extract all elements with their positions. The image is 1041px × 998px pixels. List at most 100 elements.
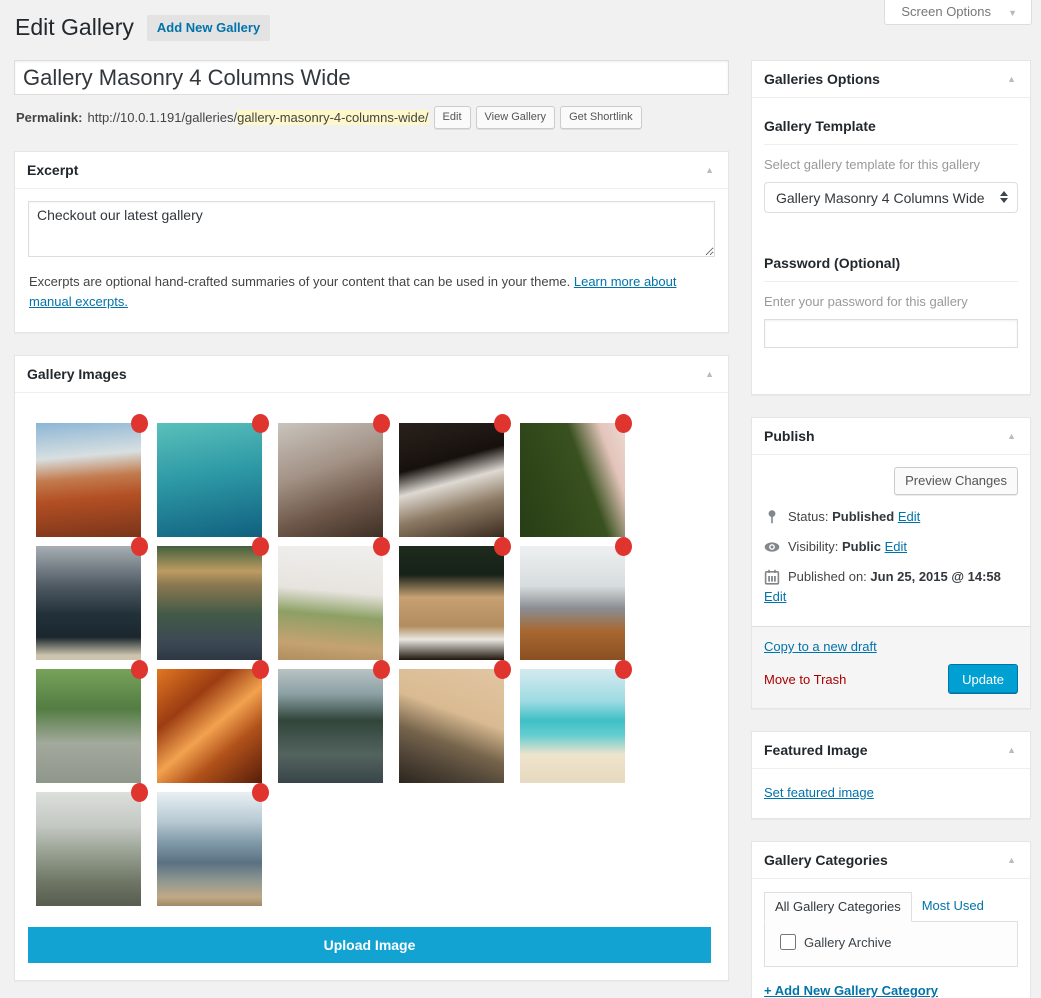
gallery-categories-panel: Gallery Categories ▲ All Gallery Categor… [751, 841, 1031, 998]
collapse-toggle-icon[interactable]: ▲ [1005, 855, 1018, 865]
permalink-label: Permalink: [16, 110, 82, 125]
gallery-template-selected-value: Gallery Masonry 4 Columns Wide [776, 190, 985, 206]
permalink-edit-button[interactable]: Edit [434, 106, 471, 129]
remove-image-badge[interactable] [615, 537, 632, 556]
copy-to-new-draft-link[interactable]: Copy to a new draft [764, 639, 877, 654]
screen-options-label: Screen Options [901, 4, 991, 19]
category-tabs: All Gallery Categories Most Used [764, 892, 1018, 922]
calendar-icon [764, 569, 780, 585]
edit-gallery-page: Screen Options ▼ Edit Gallery Add New Ga… [0, 0, 1041, 998]
gallery-image-ocean-surfers[interactable] [157, 423, 262, 537]
gallery-images-panel: Gallery Images ▲ Upload Image [14, 355, 729, 981]
gallery-image-girl-beret-stripes[interactable] [399, 669, 504, 783]
gallery-categories-header[interactable]: Gallery Categories ▲ [752, 842, 1030, 879]
add-new-gallery-category-link[interactable]: + Add New Gallery Category [764, 983, 938, 998]
publish-panel: Publish ▲ Preview Changes Status: Publis… [751, 417, 1031, 709]
gallery-images-panel-header[interactable]: Gallery Images ▲ [15, 356, 728, 393]
category-label: Gallery Archive [804, 935, 891, 950]
status-value: Published [832, 509, 894, 524]
status-row: Status: Published Edit [764, 509, 1018, 525]
collapse-toggle-icon[interactable]: ▲ [1005, 745, 1018, 755]
featured-image-header[interactable]: Featured Image ▲ [752, 732, 1030, 769]
gallery-title-input[interactable] [14, 60, 729, 95]
remove-image-badge[interactable] [373, 414, 390, 433]
upload-image-button[interactable]: Upload Image [28, 927, 711, 963]
gallery-image-wrapped-bouquet[interactable] [278, 546, 383, 660]
remove-image-badge[interactable] [252, 537, 269, 556]
password-desc: Enter your password for this gallery [764, 294, 1018, 309]
tab-all-gallery-categories[interactable]: All Gallery Categories [764, 892, 912, 922]
remove-image-badge[interactable] [494, 414, 511, 433]
get-shortlink-button[interactable]: Get Shortlink [560, 106, 642, 129]
gallery-image-snowy-log-pile[interactable] [399, 546, 504, 660]
gallery-template-select[interactable]: Gallery Masonry 4 Columns Wide [764, 182, 1018, 213]
remove-image-badge[interactable] [494, 660, 511, 679]
collapse-toggle-icon[interactable]: ▲ [1005, 431, 1018, 441]
remove-image-badge[interactable] [373, 537, 390, 556]
edit-visibility-link[interactable]: Edit [885, 539, 907, 554]
gallery-password-input[interactable] [764, 319, 1018, 348]
edit-published-date-link[interactable]: Edit [764, 589, 786, 604]
preview-changes-button[interactable]: Preview Changes [894, 467, 1018, 495]
set-featured-image-link[interactable]: Set featured image [764, 785, 874, 800]
gallery-image-woman-straw-hat-bench[interactable] [157, 546, 262, 660]
published-on-value: Jun 25, 2015 @ 14:58 [870, 569, 1000, 584]
eye-icon [764, 539, 780, 555]
edit-status-link[interactable]: Edit [898, 509, 920, 524]
visibility-value: Public [842, 539, 881, 554]
visibility-label: Visibility: [788, 539, 838, 554]
password-heading: Password (Optional) [764, 241, 1018, 282]
remove-image-badge[interactable] [252, 414, 269, 433]
published-on-row: Published on: Jun 25, 2015 @ 14:58 [764, 569, 1018, 585]
excerpt-help-text: Excerpts are optional hand-crafted summa… [29, 272, 714, 312]
chevron-down-icon: ▼ [1008, 8, 1017, 18]
excerpt-textarea[interactable]: Checkout our latest gallery [28, 201, 715, 257]
remove-image-badge[interactable] [252, 783, 269, 802]
gallery-image-red-rocks-jump[interactable] [36, 423, 141, 537]
gallery-image-half-dome-overlook[interactable] [157, 792, 262, 906]
galleries-options-header[interactable]: Galleries Options ▲ [752, 61, 1030, 98]
screen-options-tab[interactable]: Screen Options ▼ [884, 0, 1032, 25]
excerpt-panel-header[interactable]: Excerpt ▲ [15, 152, 728, 189]
gallery-image-winter-horse[interactable] [278, 423, 383, 537]
category-checkbox[interactable] [780, 934, 796, 950]
publish-panel-header[interactable]: Publish ▲ [752, 418, 1030, 455]
remove-image-badge[interactable] [131, 537, 148, 556]
gallery-image-antelope-canyon[interactable] [157, 669, 262, 783]
galleries-options-title: Galleries Options [764, 71, 880, 87]
gallery-categories-title: Gallery Categories [764, 852, 888, 868]
permalink-slug: gallery-masonry-4-columns-wide/ [237, 110, 428, 125]
move-to-trash-link[interactable]: Move to Trash [764, 672, 846, 687]
remove-image-badge[interactable] [615, 660, 632, 679]
gallery-image-snowy-peak-autumn[interactable] [520, 546, 625, 660]
gallery-image-mountain-lake-canoe[interactable] [36, 546, 141, 660]
remove-image-badge[interactable] [131, 414, 148, 433]
collapse-toggle-icon[interactable]: ▲ [703, 165, 716, 175]
gallery-image-dark-wave-aerial[interactable] [399, 423, 504, 537]
remove-image-badge[interactable] [494, 537, 511, 556]
update-button[interactable]: Update [948, 664, 1018, 694]
remove-image-badge[interactable] [131, 660, 148, 679]
remove-image-badge[interactable] [131, 783, 148, 802]
collapse-toggle-icon[interactable]: ▲ [1005, 74, 1018, 84]
remove-image-badge[interactable] [252, 660, 269, 679]
gallery-image-woman-lying-grass[interactable] [520, 423, 625, 537]
tab-most-used[interactable]: Most Used [912, 892, 994, 922]
gallery-template-heading: Gallery Template [764, 104, 1018, 145]
remove-image-badge[interactable] [373, 660, 390, 679]
category-list: Gallery Archive [764, 921, 1018, 967]
collapse-toggle-icon[interactable]: ▲ [703, 369, 716, 379]
featured-image-title: Featured Image [764, 742, 867, 758]
gallery-image-beach-pier[interactable] [520, 669, 625, 783]
gallery-image-park-path-walk[interactable] [36, 669, 141, 783]
gallery-image-foggy-forest-path[interactable] [36, 792, 141, 906]
galleries-options-panel: Galleries Options ▲ Gallery Template Sel… [751, 60, 1031, 395]
gallery-template-desc: Select gallery template for this gallery [764, 157, 1018, 172]
add-new-gallery-button[interactable]: Add New Gallery [147, 15, 270, 41]
gallery-image-forest-road-mountain[interactable] [278, 669, 383, 783]
status-label: Status: [788, 509, 828, 524]
remove-image-badge[interactable] [615, 414, 632, 433]
pin-icon [764, 509, 780, 525]
category-item: Gallery Archive [775, 934, 1007, 950]
view-gallery-button[interactable]: View Gallery [476, 106, 556, 129]
